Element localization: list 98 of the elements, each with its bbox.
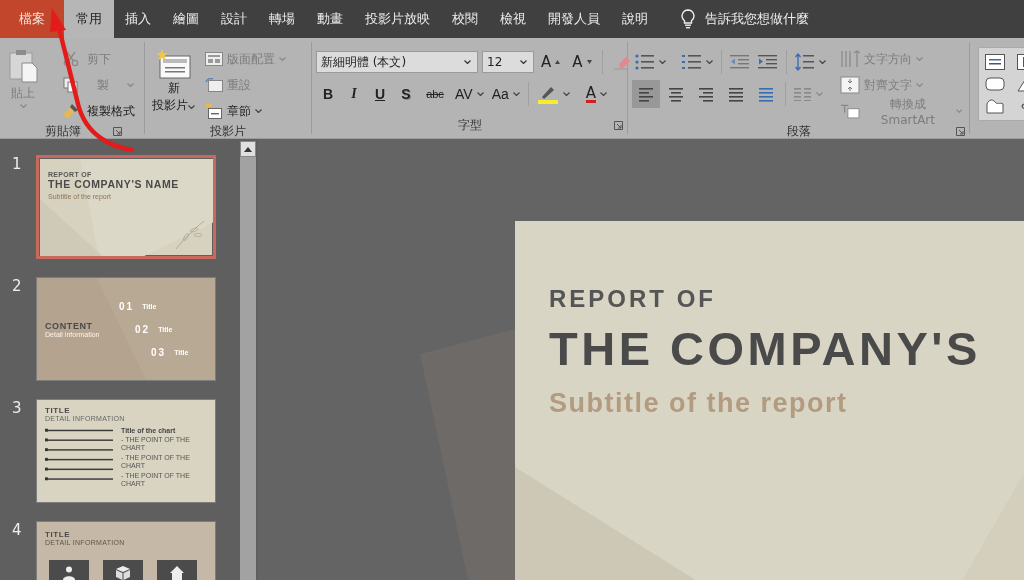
slide-subtitle: Subtitle of the report <box>549 388 849 419</box>
house-icon <box>170 566 184 580</box>
dialog-launcher-icon <box>113 127 122 136</box>
scissors-icon <box>63 51 79 67</box>
ribbon-tab[interactable]: 投影片放映 <box>354 0 441 38</box>
increase-icon <box>555 60 561 64</box>
section-icon <box>205 103 223 119</box>
rounded-rectangle-icon <box>985 76 1005 92</box>
dialog-launcher-icon <box>956 127 965 136</box>
ribbon-button[interactable]: 章節 <box>202 99 289 123</box>
decrease-indent-icon <box>730 54 750 70</box>
layout-icon <box>205 52 223 66</box>
slide-number: 1 <box>11 155 23 173</box>
font-size-field[interactable]: 12 <box>482 51 534 73</box>
numbered-list-icon <box>682 54 702 70</box>
slide-title: TITLE <box>45 406 72 415</box>
format-button[interactable]: S <box>394 81 418 107</box>
columns-icon <box>794 87 812 101</box>
ribbon-tab[interactable]: 開發人員 <box>537 0 611 38</box>
slide-title: THE COMPANY'S <box>549 321 982 376</box>
lightbulb-icon <box>681 9 695 29</box>
align-button[interactable] <box>632 80 660 108</box>
ribbon-tab[interactable]: 常用 <box>64 0 114 38</box>
ribbon-tab[interactable]: 設計 <box>210 0 258 38</box>
slide-title: THE COMPANY'S NAME <box>48 178 180 190</box>
scroll-bar[interactable] <box>240 141 256 580</box>
caret-icon <box>816 92 823 96</box>
tell-me-search[interactable]: 告訴我您想做什麼 <box>705 10 809 28</box>
ribbon-tab[interactable]: 繪圖 <box>162 0 210 38</box>
caret-icon <box>562 92 570 96</box>
format-button[interactable]: U <box>368 81 392 107</box>
ribbon-button[interactable]: 複製格式 <box>60 99 138 123</box>
decrease-icon <box>586 60 592 64</box>
group-label: 剪貼簿 <box>45 123 81 138</box>
group-label: 字型 <box>457 116 482 134</box>
file-tab[interactable]: 檔案 <box>0 0 64 38</box>
reset-icon <box>205 78 223 92</box>
bar-lines-drawing <box>45 427 113 483</box>
justify-icon <box>727 85 745 103</box>
format-painter-icon <box>63 103 79 119</box>
line-spacing-icon <box>795 53 815 71</box>
caret-icon <box>512 92 520 96</box>
caret-icon <box>19 104 27 108</box>
bulleted-list-icon <box>635 54 655 70</box>
agenda-number: 03 <box>151 346 167 358</box>
ribbon-tab[interactable]: 說明 <box>611 0 659 38</box>
paste-icon <box>8 49 38 83</box>
smartart-icon <box>840 102 861 120</box>
text-direction-icon <box>840 50 860 68</box>
group-label: 投影片 <box>210 123 246 138</box>
ribbon-tab[interactable]: 校閱 <box>441 0 489 38</box>
font-name-field[interactable]: 新細明體 (本文) <box>316 51 478 73</box>
caret-icon <box>659 60 666 64</box>
align-text-icon <box>840 76 860 94</box>
format-button[interactable]: abc <box>420 81 450 107</box>
caret-icon <box>819 60 826 64</box>
format-button[interactable]: Aa <box>488 81 523 107</box>
caret-icon <box>706 60 713 64</box>
scroll-up-icon <box>244 146 252 152</box>
slide-kicker: REPORT OF <box>549 285 717 313</box>
line-spacing-button[interactable] <box>792 53 829 71</box>
numbering-button[interactable] <box>679 54 716 70</box>
caret-icon <box>464 60 471 64</box>
align-center-icon <box>667 85 685 103</box>
format-button[interactable]: B <box>316 81 340 107</box>
align-right-icon <box>697 85 715 103</box>
format-button[interactable]: AV <box>452 81 487 107</box>
text-box-icon <box>985 54 1005 70</box>
dialog-launcher-icon <box>614 120 623 130</box>
freeform-shape-icon <box>985 98 1005 114</box>
agenda-number: 02 <box>135 323 151 335</box>
copy-icon <box>63 77 79 93</box>
grow-font-button[interactable]: A <box>536 49 566 75</box>
format-button[interactable]: I <box>342 81 366 107</box>
ribbon-tab[interactable]: 檢視 <box>489 0 537 38</box>
caret-icon <box>476 92 484 96</box>
shrink-font-button[interactable]: A <box>567 49 597 75</box>
font-color-button[interactable]: A <box>582 85 611 103</box>
caret-icon <box>188 105 195 109</box>
new-slide-icon <box>156 49 191 79</box>
new-slide-button[interactable]: 新 投影片 <box>149 47 198 123</box>
align-left-icon <box>637 85 655 103</box>
slide-number: 3 <box>11 399 23 417</box>
slide-title: TITLE <box>45 530 72 539</box>
ribbon-tab[interactable]: 動畫 <box>306 0 354 38</box>
ribbon-tab[interactable]: 轉場 <box>258 0 306 38</box>
group-label: 段落 <box>786 123 811 138</box>
distributed-icon <box>757 85 775 103</box>
slide-title: CONTENT <box>45 320 94 331</box>
slide-number: 2 <box>11 277 23 295</box>
box-icon <box>116 566 130 580</box>
person-icon <box>62 566 76 580</box>
slide-number: 4 <box>11 521 23 539</box>
agenda-number: 01 <box>119 300 135 312</box>
caret-icon <box>520 60 527 64</box>
ribbon-tab[interactable]: 插入 <box>114 0 162 38</box>
caret-icon <box>600 92 608 96</box>
increase-indent-icon <box>758 54 778 70</box>
